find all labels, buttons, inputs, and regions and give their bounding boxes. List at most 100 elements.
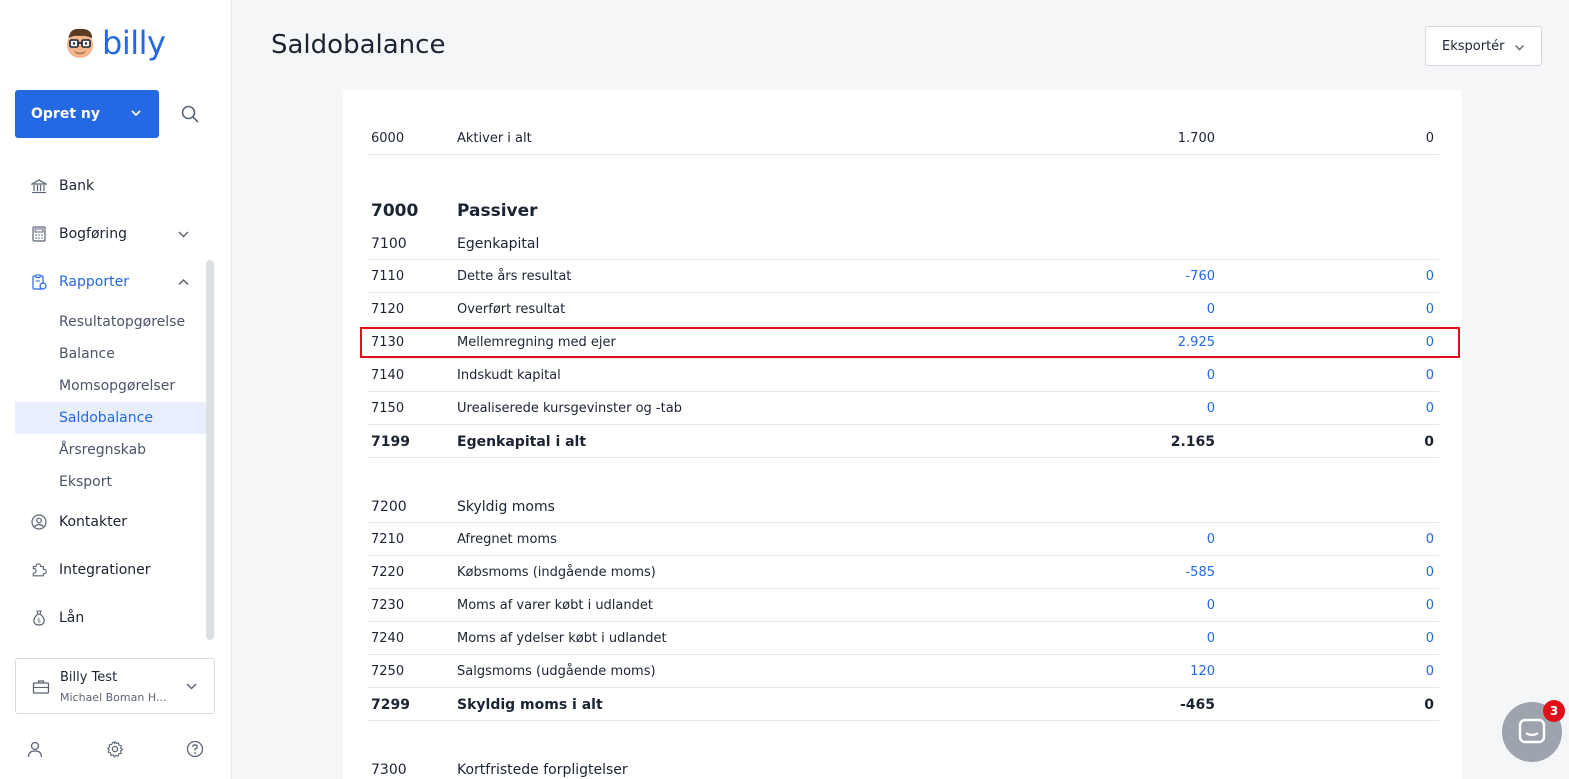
chevron-down-icon [131,110,141,117]
comparison-link[interactable]: 0 [1426,302,1434,317]
sidebar-item-label: Kontakter [59,514,127,530]
money-bag-icon: $ [33,610,45,626]
account-name: Salgsmoms (udgående moms) [457,664,656,679]
search-icon[interactable] [180,104,200,124]
sidebar-item-lan[interactable]: $ Lån [15,602,205,634]
comparison-link[interactable]: 0 [1426,401,1434,416]
group-heading-row: 7300 Kortfristede forpligtelser [367,753,1439,779]
chat-icon [1518,718,1546,744]
account-number: 7120 [371,302,405,317]
balance-link[interactable]: 0 [1207,631,1215,646]
table-row: 7150 Urealiserede kursgevinster og -tab … [367,392,1439,425]
balance-link[interactable]: 0 [1207,598,1215,613]
balance-link[interactable]: 0 [1207,532,1215,547]
account-number: 7000 [371,201,419,221]
chevron-down-icon [178,231,189,238]
sidebar-item-integrationer[interactable]: Integrationer [15,554,205,586]
chevron-down-icon [1515,45,1524,51]
gear-icon[interactable] [106,740,124,758]
account-number: 7100 [371,236,407,252]
create-new-button[interactable]: Opret ny [15,90,159,138]
organization-user: Michael Boman H... [60,691,167,704]
logo-text: billy [102,24,166,62]
sidebar-subitem-label: Balance [59,346,115,362]
account-number: 7110 [371,269,405,284]
table-row: 7220 Købsmoms (indgående moms) -585 0 [367,556,1439,589]
calculator-icon [32,226,46,242]
puzzle-icon [32,563,47,577]
sidebar-subitem-momsopgorelser[interactable]: Momsopgørelser [15,370,206,402]
sidebar-item-rapporter[interactable]: Rapporter [15,266,205,298]
table-row: 7250 Salgsmoms (udgående moms) 120 0 [367,655,1439,688]
billy-mascot-icon [67,28,93,58]
sidebar-item-label: Bank [59,178,95,194]
table-row: 7110 Dette års resultat -760 0 [367,260,1439,293]
table-row: 7210 Afregnet moms 0 0 [367,523,1439,556]
comparison-link[interactable]: 0 [1426,335,1434,350]
balance-link[interactable]: -585 [1185,565,1215,580]
balance-link[interactable]: 0 [1207,368,1215,383]
organization-name: Billy Test [60,670,118,685]
account-name: Indskudt kapital [457,368,561,383]
sidebar-item-bogforing[interactable]: Bogføring [15,218,205,250]
billy-logo[interactable]: billy [63,24,166,62]
export-button[interactable]: Eksportér [1425,26,1542,66]
balance-link[interactable]: 120 [1190,664,1215,679]
account-name: Passiver [457,201,538,221]
report-icon [32,274,47,290]
account-number: 7299 [371,697,410,713]
sidebar-item-bank[interactable]: Bank [15,170,205,202]
account-name: Moms af varer købt i udlandet [457,598,653,613]
sidebar-item-kontakter[interactable]: Kontakter [15,506,205,538]
section-heading-row: 7000 Passiver [367,195,1439,228]
help-icon[interactable] [186,740,204,758]
comparison-link[interactable]: 0 [1426,631,1434,646]
comparison-link[interactable]: 0 [1426,368,1434,383]
account-number: 7140 [371,368,405,383]
balance-link[interactable]: 0 [1207,302,1215,317]
sidebar-subitem-label: Saldobalance [59,410,153,426]
account-number: 6000 [371,131,405,146]
sidebar-subitem-arsregnskab[interactable]: Årsregnskab [15,434,206,466]
account-number: 7130 [371,335,405,350]
total-row: 7299 Skyldig moms i alt -465 0 [367,688,1439,721]
balance-link[interactable]: -760 [1185,269,1215,284]
sidebar-subitem-resultatopgorelse[interactable]: Resultatopgørelse [15,306,206,338]
table-row: 7240 Moms af ydelser købt i udlandet 0 0 [367,622,1439,655]
table-row: 7120 Overført resultat 0 0 [367,293,1439,326]
comparison-link[interactable]: 0 [1426,532,1434,547]
sidebar-subitem-eksport[interactable]: Eksport [15,466,206,498]
account-number: 7240 [371,631,405,646]
balance-link[interactable]: 0 [1207,401,1215,416]
sidebar-subitem-saldobalance[interactable]: Saldobalance [15,402,206,434]
balance-value: -465 [1179,697,1215,713]
sidebar-subitem-balance[interactable]: Balance [15,338,206,370]
account-name: Overført resultat [457,302,566,317]
account-number: 7230 [371,598,405,613]
sidebar-subitem-label: Resultatopgørelse [59,314,186,330]
balance-link[interactable]: 2.925 [1178,335,1215,350]
table-row: 7140 Indskudt kapital 0 0 [367,359,1439,392]
table-row: 7130 Mellemregning med ejer 2.925 0 [367,326,1439,359]
create-new-label: Opret ny [31,106,100,122]
comparison-link[interactable]: 0 [1426,598,1434,613]
balance-value: 1.700 [1177,131,1215,146]
account-name: Egenkapital i alt [457,434,587,450]
comparison-link[interactable]: 0 [1426,664,1434,679]
account-number: 7210 [371,532,405,547]
user-icon[interactable] [26,740,44,758]
comparison-link[interactable]: 0 [1426,269,1434,284]
account-name: Aktiver i alt [457,131,532,146]
sidebar-scrollbar[interactable] [206,260,214,640]
sidebar-item-label: Lån [59,610,85,626]
briefcase-icon [32,680,50,694]
organization-switcher[interactable]: Billy Test Michael Boman H... [15,658,215,714]
sidebar-item-label: Rapporter [59,274,129,290]
comparison-link[interactable]: 0 [1426,565,1434,580]
group-heading-row: 7200 Skyldig moms [367,490,1439,523]
table-row: 6000 Aktiver i alt 1.700 0 [367,122,1439,155]
account-name: Dette års resultat [457,269,572,284]
account-number: 7300 [371,762,407,778]
account-number: 7199 [371,434,410,450]
account-number: 7220 [371,565,405,580]
